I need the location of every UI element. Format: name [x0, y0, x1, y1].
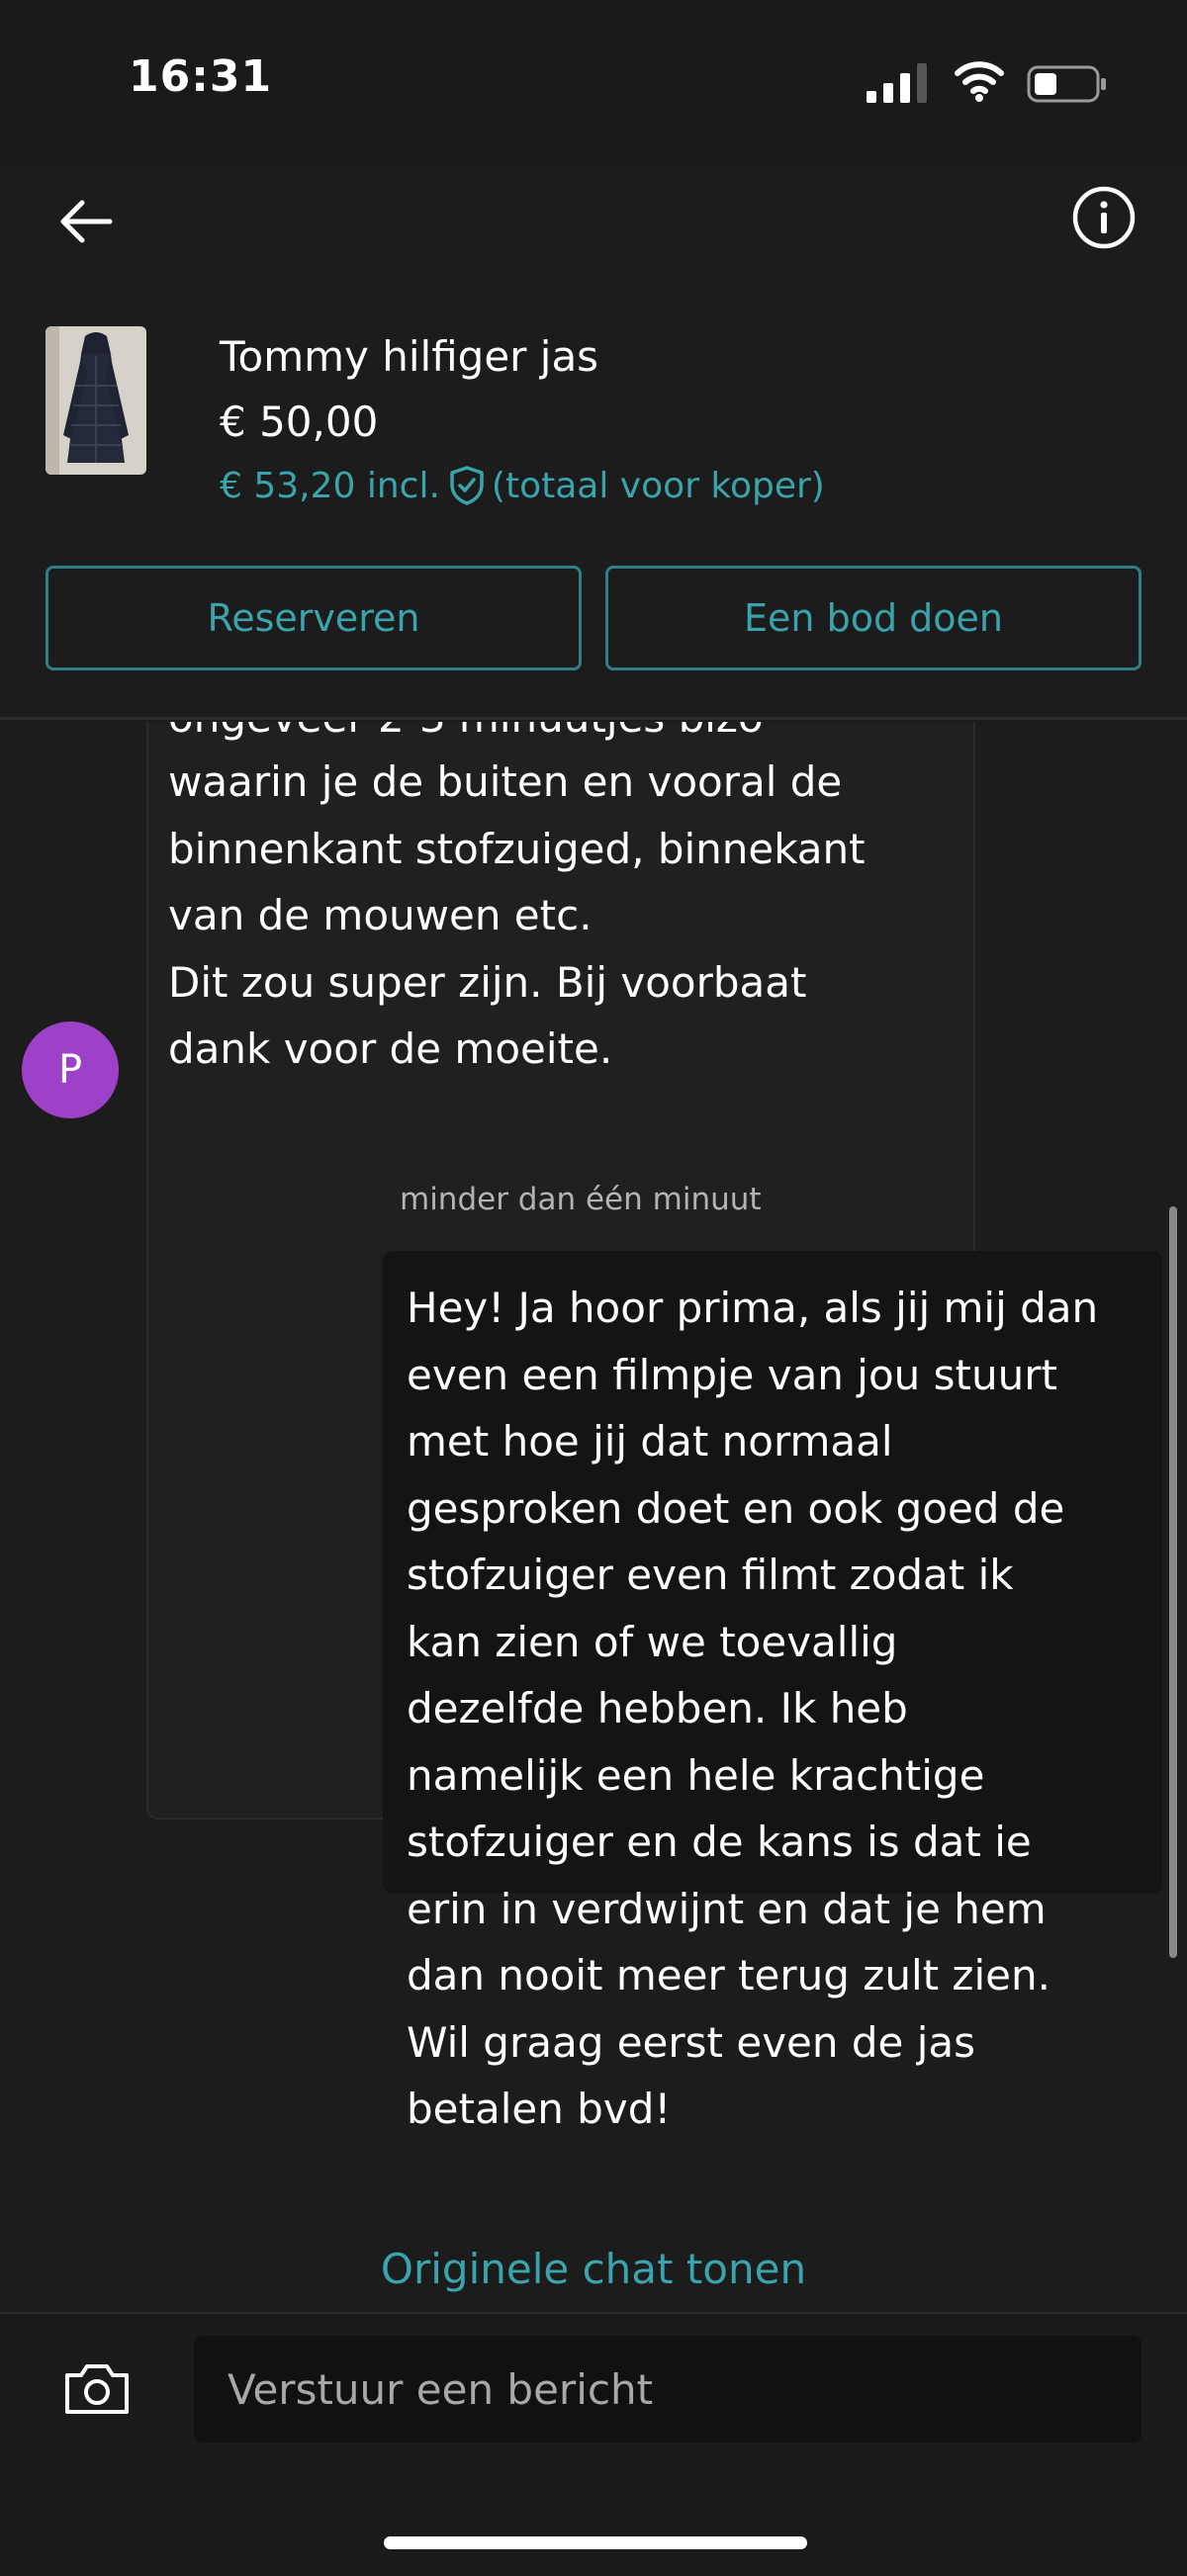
status-bar: 16:31 [0, 0, 1187, 168]
message-line: dank voor de moeite. [168, 1024, 613, 1073]
message-line: van de mouwen etc. [168, 891, 593, 939]
back-button[interactable] [54, 190, 118, 253]
message-line: dezelfde hebben. Ik heb [407, 1684, 908, 1732]
message-line: Wil graag eerst even de jas [407, 2017, 975, 2067]
reserve-button[interactable]: Reserveren [46, 566, 582, 670]
message-line: Dit zou super zijn. Bij voorbaat [168, 957, 807, 1007]
message-composer [0, 2312, 1187, 2576]
shield-check-icon [450, 466, 484, 505]
message-line: kan zien of we toevallig [407, 1617, 898, 1666]
make-offer-button[interactable]: Een bod doen [605, 566, 1141, 670]
battery-icon [1027, 65, 1106, 103]
product-image [46, 326, 146, 475]
message-line: stofzuiger en de kans is dat ie [407, 1818, 1032, 1866]
product-thumbnail[interactable] [46, 326, 146, 475]
signal-icon [867, 63, 927, 103]
incoming-message-text: waarin je de buiten en vooral de binnenk… [168, 749, 959, 1083]
home-indicator[interactable] [384, 2536, 807, 2549]
message-line: erin in verdwijnt en dat je hem [407, 1884, 1047, 1933]
arrow-left-icon [60, 200, 113, 243]
outgoing-message-bubble: Hey! Ja hoor prima, als jij mij dan even… [383, 1251, 1162, 2133]
header-divider [0, 717, 1187, 720]
message-line: namelijk een hele krachtige [407, 1750, 985, 1800]
message-line: waarin je de buiten en vooral de [168, 757, 843, 806]
wifi-icon [955, 61, 1004, 102]
chat-messages[interactable]: ongeveer 2-3 minuutjes bizo waarin je de… [0, 722, 1187, 2314]
info-circle-icon[interactable] [1070, 184, 1138, 251]
avatar[interactable]: P [22, 1022, 119, 1118]
message-line: binnenkant stofzuiged, binnekant [168, 824, 866, 873]
outgoing-message-text: Hey! Ja hoor prima, als jij mij dan even… [407, 1275, 1158, 2143]
message-line: betalen bvd! [407, 2085, 672, 2133]
buyer-total-line[interactable]: € 53,20 incl. (totaal voor koper) [220, 465, 825, 506]
message-input[interactable] [194, 2336, 1141, 2443]
chat-header: Tommy hilfiger jas € 50,00 € 53,20 incl.… [0, 168, 1187, 722]
buyer-total-note: (totaal voor koper) [491, 465, 825, 506]
message-line: even een filmpje van jou stuurt [407, 1350, 1057, 1399]
incoming-message-cut-line: ongeveer 2-3 minuutjes bizo [168, 722, 764, 752]
message-line: dan nooit meer terug zult zien. [407, 1951, 1050, 1999]
price-incl: € 53,20 incl. [220, 465, 440, 506]
chat-scrollbar[interactable] [1169, 1206, 1177, 1958]
message-line: Hey! Ja hoor prima, als jij mij dan [407, 1284, 1099, 1332]
show-original-chat-link[interactable]: Originele chat tonen [0, 2245, 1187, 2293]
product-title: Tommy hilfiger jas [220, 332, 599, 381]
message-line: met hoe jij dat normaal [407, 1417, 893, 1466]
message-timestamp: minder dan één minuut [400, 1182, 762, 1217]
product-price: € 50,00 [220, 398, 379, 446]
status-time: 16:31 [129, 51, 273, 102]
message-line: stofzuiger even filmt zodat ik [407, 1551, 1014, 1599]
camera-icon[interactable] [61, 2359, 133, 2419]
message-line: gesproken doet en ook goed de [407, 1483, 1065, 1533]
